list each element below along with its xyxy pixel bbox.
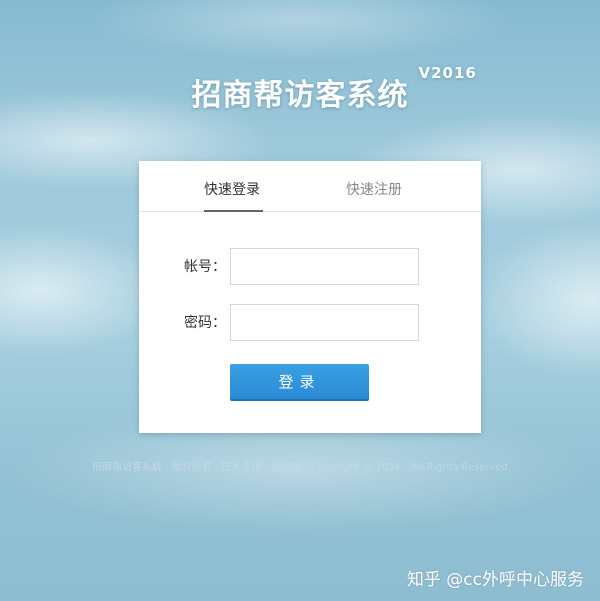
password-row: 密码： [139,304,481,342]
version-badge: V2016 [418,64,477,82]
tab-bar: 快速登录 快速注册 [139,161,481,212]
tab-quick-login[interactable]: 快速登录 [204,181,260,199]
account-row: 帐号： [139,248,481,286]
title-bar: 招商帮访客系统 V2016 [0,64,600,114]
watermark-text: 知乎 @cc外呼中心服务 [406,570,584,590]
active-tab-indicator [204,210,263,212]
password-input[interactable] [230,304,419,341]
tab-quick-register[interactable]: 快速注册 [346,181,402,199]
account-input[interactable] [230,248,419,285]
login-panel: 快速登录 快速注册 帐号： 密码： 登录 [139,161,481,433]
app-title: 招商帮访客系统 V2016 [191,64,476,114]
login-button[interactable]: 登录 [230,364,369,401]
footer-copyright: 招商帮访客系统 · 版权所有 · 技术支持：招商帮 · Copyright © … [92,462,508,473]
password-label: 密码： [184,315,226,331]
account-label: 帐号： [184,259,226,275]
app-title-text: 招商帮访客系统 [191,78,409,113]
